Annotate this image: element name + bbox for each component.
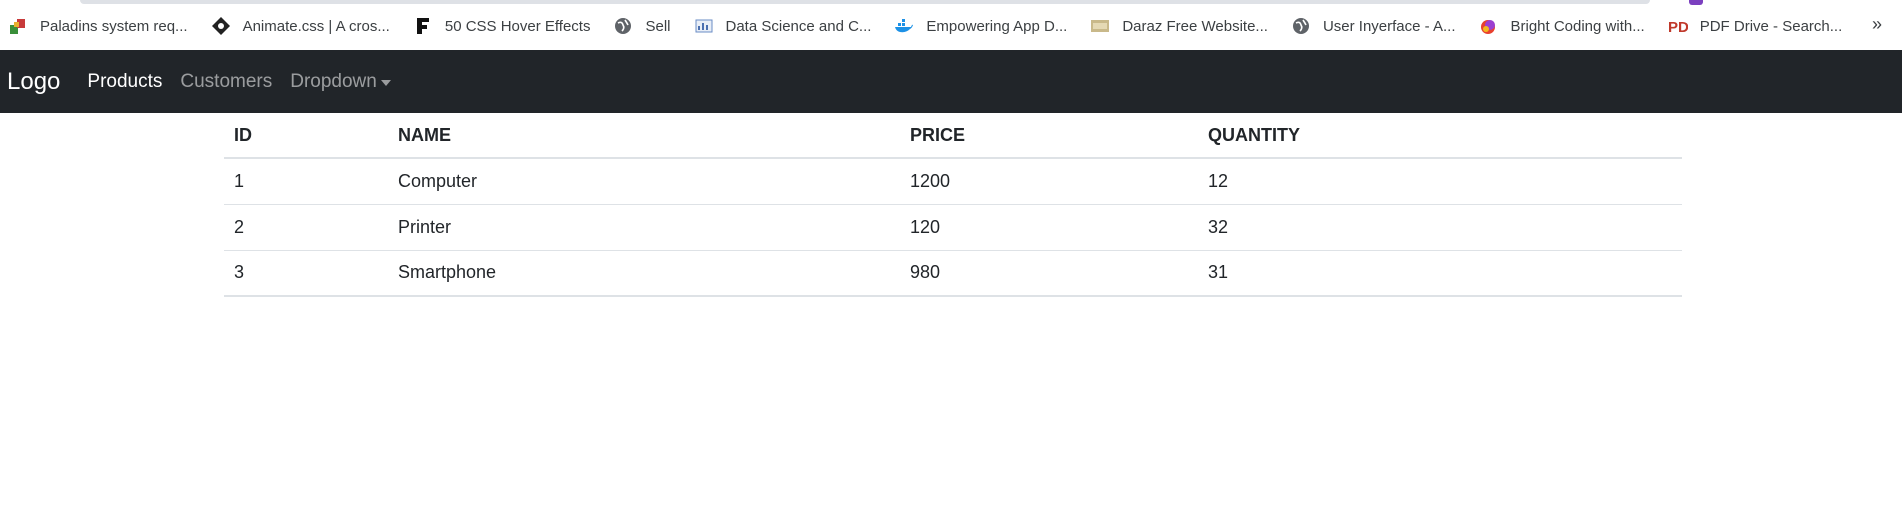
- css-badge-icon: [1091, 20, 1110, 32]
- bookmark-sell[interactable]: Sell: [613, 16, 671, 36]
- cell-id: 3: [224, 250, 388, 297]
- bookmark-label: Empowering App D...: [926, 17, 1068, 35]
- pdf-drive-icon: PD: [1668, 19, 1688, 36]
- column-header-quantity: QUANTITY: [1198, 113, 1682, 159]
- caret-down-icon: [380, 79, 391, 86]
- bookmark-list: Paladins system req... Animate.css | A c…: [8, 12, 1865, 40]
- nav-link-customers[interactable]: Customers: [180, 71, 272, 93]
- bookmark-label: Sell: [645, 17, 671, 35]
- cell-name: Computer: [388, 158, 900, 205]
- cell-quantity: 12: [1198, 158, 1682, 205]
- cell-quantity: 32: [1198, 204, 1682, 251]
- navbar-brand[interactable]: Logo: [7, 68, 60, 96]
- bookmark-user-inyerface[interactable]: User Inyerface - A...: [1291, 16, 1456, 36]
- globe-icon: [1292, 18, 1309, 34]
- bookmark-label: Paladins system req...: [40, 17, 188, 35]
- bookmark-pdf-drive[interactable]: PD PDF Drive - Search...: [1668, 16, 1843, 37]
- bright-coding-icon: [1481, 20, 1496, 34]
- bookmark-bright-coding[interactable]: Bright Coding with...: [1478, 16, 1645, 36]
- bookmark-animate-css[interactable]: Animate.css | A cros...: [211, 16, 390, 36]
- f-logo-icon: [416, 18, 429, 34]
- cell-id: 2: [224, 204, 388, 251]
- column-header-price: PRICE: [900, 113, 1198, 159]
- svg-text:PD: PD: [1668, 19, 1688, 36]
- docker-whale-icon: [895, 19, 914, 33]
- animate-css-icon: [211, 17, 230, 35]
- paladins-icon: [10, 19, 25, 34]
- bookmark-paladins[interactable]: Paladins system req...: [8, 16, 188, 36]
- cell-price: 1200: [900, 158, 1198, 205]
- bookmarks-overflow-button[interactable]: »: [1872, 14, 1882, 35]
- bookmark-label: 50 CSS Hover Effects: [444, 17, 591, 35]
- navbar: Logo Products Customers Dropdown: [0, 50, 1902, 113]
- bookmark-docker[interactable]: Empowering App D...: [894, 16, 1067, 36]
- cell-name: Printer: [388, 204, 900, 251]
- bookmark-css-hover[interactable]: 50 CSS Hover Effects: [413, 16, 591, 36]
- nav-dropdown-toggle[interactable]: Dropdown: [290, 71, 391, 93]
- bookmark-label: PDF Drive - Search...: [1699, 17, 1843, 35]
- extension-icon[interactable]: [1689, 0, 1703, 5]
- data-science-icon: [695, 19, 712, 33]
- table-header-row: ID NAME PRICE QUANTITY: [224, 113, 1682, 159]
- nav-link-products[interactable]: Products: [87, 71, 162, 93]
- bookmark-label: Animate.css | A cros...: [242, 17, 390, 35]
- column-header-name: NAME: [388, 113, 900, 159]
- bookmark-label: Daraz Free Website...: [1122, 17, 1268, 35]
- cell-quantity: 31: [1198, 250, 1682, 297]
- cell-name: Smartphone: [388, 250, 900, 297]
- bookmark-daraz[interactable]: Daraz Free Website...: [1090, 16, 1268, 36]
- table-row: 3 Smartphone 980 31: [224, 250, 1682, 297]
- bookmarks-bar: Paladins system req... Animate.css | A c…: [0, 0, 1902, 50]
- bookmark-label: Data Science and C...: [725, 17, 872, 35]
- bookmark-label: Bright Coding with...: [1510, 17, 1645, 35]
- column-header-id: ID: [224, 113, 388, 159]
- cell-price: 980: [900, 250, 1198, 297]
- products-table-container: ID NAME PRICE QUANTITY 1 Computer 1200 1…: [224, 113, 1682, 297]
- bookmark-label: User Inyerface - A...: [1322, 17, 1456, 35]
- cell-price: 120: [900, 204, 1198, 251]
- cell-id: 1: [224, 158, 388, 205]
- globe-icon: [615, 18, 632, 34]
- table-row: 2 Printer 120 32: [224, 204, 1682, 251]
- products-table: ID NAME PRICE QUANTITY 1 Computer 1200 1…: [224, 113, 1682, 297]
- table-row: 1 Computer 1200 12: [224, 158, 1682, 205]
- address-bar-edge: [80, 0, 1650, 4]
- bookmark-data-science[interactable]: Data Science and C...: [694, 16, 872, 36]
- nav-dropdown-label: Dropdown: [290, 70, 377, 92]
